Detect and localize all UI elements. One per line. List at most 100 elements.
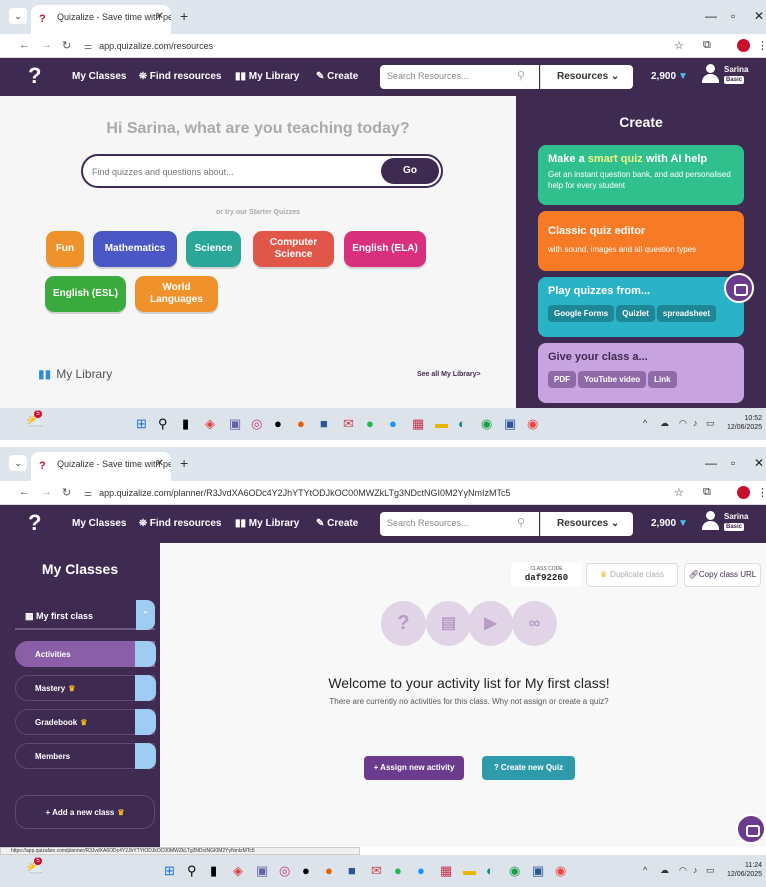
create-quiz-button[interactable]: ? Create new Quiz [482, 756, 575, 780]
battery-icon[interactable]: ▭ [706, 418, 715, 429]
nav-my-classes[interactable]: My Classes [72, 71, 126, 82]
telegram-icon[interactable]: ● [417, 863, 425, 879]
instagram-icon[interactable]: ◎ [251, 416, 262, 432]
chrome-taskbar-icon[interactable]: ◉ [509, 863, 520, 879]
go-button[interactable]: Go [381, 158, 439, 184]
file-explorer-icon[interactable]: ▬ [435, 416, 448, 432]
nav-create[interactable]: ✎ Create [316, 518, 358, 529]
smart-quiz-card[interactable]: Make a smart quiz with AI help Get an in… [538, 145, 744, 205]
chrome-menu-icon[interactable]: ⋮ [757, 39, 766, 52]
reload-icon[interactable]: ↻ [62, 486, 71, 499]
user-avatar-icon[interactable] [702, 64, 719, 88]
classic-editor-card[interactable]: Classic quiz editor with sound, images a… [538, 211, 744, 271]
chip-english-ela[interactable]: English (ELA) [344, 231, 426, 267]
chevron-up-icon[interactable]: ⌃ [136, 600, 155, 630]
nav-find-resources[interactable]: ⛯ Find resources [139, 71, 221, 82]
google-forms-pill[interactable]: Google Forms [548, 305, 615, 322]
back-icon[interactable]: ← [19, 486, 30, 498]
add-class-button[interactable]: + Add a new class ♛ [15, 795, 155, 829]
tray-cloud-icon[interactable]: ☁ [660, 418, 669, 429]
see-all-library-link[interactable]: See all My Library> [417, 371, 481, 378]
close-window-icon[interactable]: ✕ [754, 456, 764, 470]
chip-mathematics[interactable]: Mathematics [93, 231, 177, 267]
reload-icon[interactable]: ↻ [62, 39, 71, 52]
instagram-icon[interactable]: ◎ [279, 863, 290, 879]
start-icon[interactable]: ⊞ [164, 863, 175, 879]
user-name[interactable]: Sarina [724, 65, 748, 74]
telegram-icon[interactable]: ● [389, 416, 397, 432]
firefox-icon[interactable]: ● [297, 416, 305, 432]
user-avatar-icon[interactable] [702, 511, 719, 535]
copy-class-url-button[interactable]: 🔗︎Copy class URL [684, 563, 761, 587]
taskbar-clock[interactable]: 10:52 12/06/2025 [727, 414, 762, 432]
minimize-icon[interactable]: — [705, 456, 717, 470]
tiktok-icon[interactable]: ● [302, 863, 310, 879]
spotify-icon[interactable]: ● [366, 416, 374, 432]
tiktok-icon[interactable]: ● [274, 416, 282, 432]
quizalize-logo-icon[interactable]: ? [28, 511, 46, 535]
youtube-pill[interactable]: YouTube video [578, 371, 647, 388]
chip-computer-science[interactable]: Computer Science [253, 231, 334, 267]
tray-chevron-icon[interactable]: ^ [643, 865, 647, 875]
store-icon[interactable]: ■ [320, 416, 328, 432]
search-icon[interactable]: ⚲ [517, 516, 525, 529]
edge-icon[interactable]: ◐ [458, 416, 466, 432]
new-tab-icon[interactable]: + [180, 455, 188, 471]
back-icon[interactable]: ← [19, 39, 30, 51]
battery-icon[interactable]: ▭ [706, 865, 715, 876]
search-input[interactable]: Search Resources... ⚲ [380, 512, 539, 536]
nav-my-library[interactable]: ▮▮ My Library [235, 71, 299, 82]
app-icon[interactable]: ▦ [412, 416, 424, 432]
word-icon[interactable]: ▣ [532, 863, 544, 879]
wifi-icon[interactable]: ◠ [679, 865, 687, 876]
nav-find-resources[interactable]: ⛯ Find resources [139, 518, 221, 529]
edge-icon[interactable]: ◐ [486, 863, 494, 879]
tray-cloud-icon[interactable]: ☁ [660, 865, 669, 876]
quiz-search-input[interactable]: Find quizzes and questions about... Go [81, 154, 443, 188]
spotify-icon[interactable]: ● [394, 863, 402, 879]
taskbar-search-icon[interactable]: ⚲ [187, 863, 197, 879]
assign-activity-button[interactable]: + Assign new activity [364, 756, 464, 780]
chip-english-esl[interactable]: English (ESL) [45, 276, 126, 312]
resources-dropdown[interactable]: Resources ⌄ [540, 512, 633, 536]
taskbar-clock[interactable]: 11:24 12/06/2025 [727, 861, 762, 879]
url-field[interactable]: ⚌ app.quizalize.com/resources [84, 38, 213, 54]
teams-icon[interactable]: ▣ [229, 416, 241, 432]
minimize-icon[interactable]: — [705, 9, 717, 23]
forward-icon[interactable]: → [41, 486, 52, 498]
close-tab-icon[interactable]: ✕ [156, 458, 164, 469]
teams-icon[interactable]: ▣ [256, 863, 268, 879]
volume-icon[interactable]: ♪ [693, 865, 698, 875]
chrome-alt-icon[interactable]: ◉ [527, 416, 538, 432]
quizlet-pill[interactable]: Quizlet [616, 305, 655, 322]
chat-support-icon[interactable] [736, 814, 766, 844]
volume-icon[interactable]: ♪ [693, 418, 698, 428]
wifi-icon[interactable]: ◠ [679, 418, 687, 429]
nav-my-library[interactable]: ▮▮ My Library [235, 518, 299, 529]
site-info-icon[interactable]: ⚌ [84, 41, 92, 51]
pdf-pill[interactable]: PDF [548, 371, 576, 388]
copilot-icon[interactable]: ◈ [233, 863, 243, 879]
profile-avatar-icon[interactable] [737, 39, 750, 52]
start-icon[interactable]: ⊞ [136, 416, 147, 432]
copilot-icon[interactable]: ◈ [205, 416, 215, 432]
chat-support-icon[interactable] [724, 273, 754, 303]
firefox-icon[interactable]: ● [325, 863, 333, 879]
url-field[interactable]: ⚌ app.quizalize.com/planner/R3JvdXA6ODc4Y… [84, 485, 511, 501]
spreadsheet-pill[interactable]: spreadsheet [656, 305, 717, 322]
taskbar-search-icon[interactable]: ⚲ [158, 416, 168, 432]
bookmark-star-icon[interactable]: ☆ [674, 39, 684, 52]
task-view-icon[interactable]: ▮ [182, 416, 189, 432]
extensions-icon[interactable]: ⧉ [703, 39, 711, 52]
profile-avatar-icon[interactable] [737, 486, 750, 499]
tab-search-icon[interactable]: ⌄ [9, 8, 27, 24]
sidebar-item-activities[interactable]: Activities [15, 641, 156, 667]
sidebar-item-mastery[interactable]: Mastery ♛ [15, 675, 156, 701]
weather-icon[interactable]: ⛅ 5 [26, 410, 43, 430]
app-icon[interactable]: ▦ [440, 863, 452, 879]
close-tab-icon[interactable]: ✕ [156, 11, 164, 22]
task-view-icon[interactable]: ▮ [210, 863, 217, 879]
search-input[interactable]: Search Resources... ⚲ [380, 65, 539, 89]
tray-chevron-icon[interactable]: ^ [643, 418, 647, 428]
play-quizzes-card[interactable]: Play quizzes from... Google Forms Quizlet… [538, 277, 744, 337]
